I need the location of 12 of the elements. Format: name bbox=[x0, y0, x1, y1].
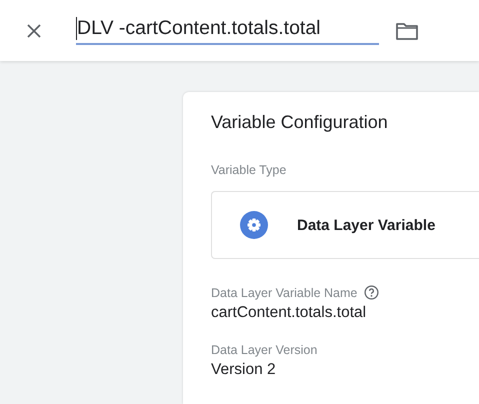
card-title: Variable Configuration bbox=[211, 112, 389, 133]
variable-type-name: Data Layer Variable bbox=[297, 216, 436, 234]
variable-type-selector[interactable]: Data Layer Variable bbox=[211, 191, 479, 259]
close-icon[interactable] bbox=[26, 22, 42, 38]
field-value: cartContent.totals.total bbox=[211, 304, 368, 322]
help-icon[interactable] bbox=[364, 285, 380, 300]
field-label: Data Layer Variable Name bbox=[211, 286, 358, 300]
name-field[interactable]: DLV -cartContent.totals.total bbox=[76, 16, 379, 44]
field-label: Data Layer Version bbox=[211, 343, 318, 357]
field-label: Variable Type bbox=[211, 163, 288, 177]
gear-icon bbox=[240, 211, 268, 239]
field-value: Version 2 bbox=[211, 361, 277, 379]
